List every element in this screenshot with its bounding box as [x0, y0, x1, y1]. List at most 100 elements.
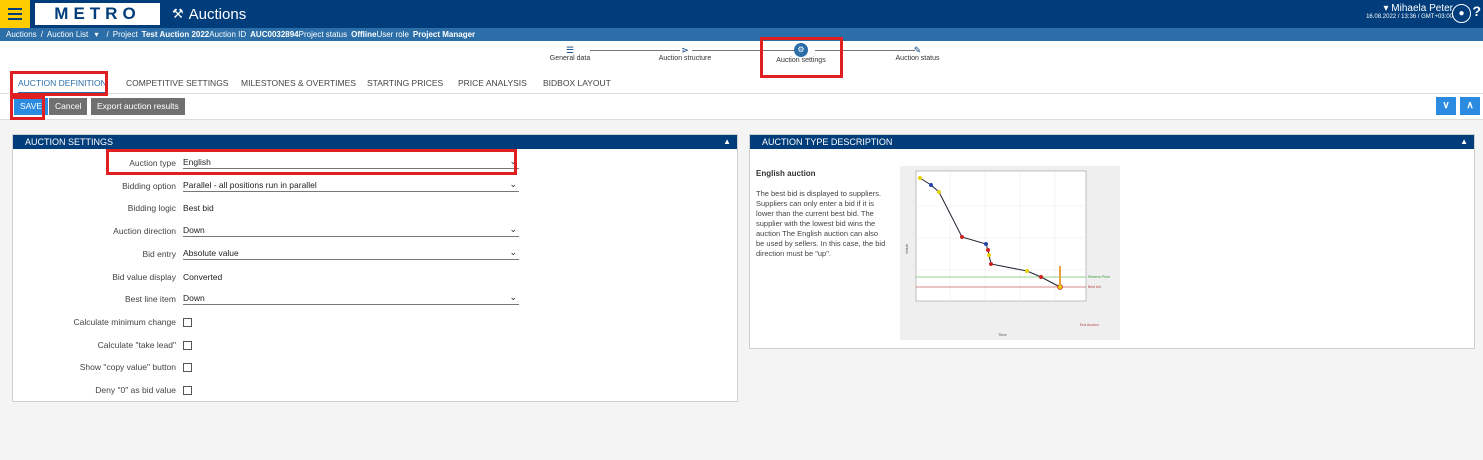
y-axis-label: Value	[904, 243, 909, 254]
bidding-logic-value: Best bid	[183, 203, 214, 214]
settings-row: Show "copy value" button	[13, 357, 749, 377]
step-label: Auction structure	[658, 55, 712, 62]
gear-icon: ⚙	[794, 43, 808, 57]
select-value: Absolute value	[183, 247, 239, 258]
select-value: English	[183, 157, 211, 167]
project-label: Project	[112, 30, 138, 39]
tab-bar: AUCTION DEFINITION COMPETITIVE SETTINGS …	[0, 72, 1483, 94]
settings-row: Bid entry Absolute value ⌄	[13, 244, 749, 264]
best-line-item-select[interactable]: Down ⌄	[183, 292, 519, 306]
expand-all-icon[interactable]: ∨	[1436, 97, 1456, 115]
field-label: Show "copy value" button	[79, 362, 176, 373]
field-label: Auction type	[129, 158, 176, 168]
role-label: User role	[376, 30, 409, 39]
tab-auction-definition[interactable]: AUCTION DEFINITION	[18, 72, 107, 94]
caret-down-icon: ▾	[94, 30, 99, 39]
menu-icon[interactable]	[0, 0, 30, 28]
auction-settings-panel: AUCTION SETTINGS ▲ Auction type English ⌄ B…	[12, 134, 738, 402]
auction-id-label: Auction ID	[209, 30, 247, 39]
user-menu[interactable]: ▾ Mihaela Peter 16.08.2022 / 13:36 / GMT…	[1366, 3, 1453, 20]
chevron-down-icon: ⌄	[509, 292, 517, 303]
settings-row: Auction direction Down ⌄	[13, 221, 749, 241]
export-results-button[interactable]: Export auction results	[91, 98, 185, 115]
tab-milestones-overtimes[interactable]: MILESTONES & OVERTIMES	[241, 72, 356, 94]
top-header: METRO ⚒ Auctions ▾ Mihaela Peter 16.08.2…	[0, 0, 1483, 28]
user-name[interactable]: ▾ Mihaela Peter	[1366, 3, 1453, 14]
description-text: The best bid is displayed to suppliers. …	[756, 189, 886, 258]
breadcrumb-separator: /	[40, 30, 43, 39]
panel-title: AUCTION TYPE DESCRIPTION	[762, 137, 893, 147]
bid-value-display-value: Converted	[183, 271, 223, 282]
reserve-price-label: Reserve Price	[1088, 275, 1110, 279]
bid-entry-select[interactable]: Absolute value ⌄	[183, 247, 519, 260]
step-auction-settings[interactable]: ⚙ Auction settings	[766, 43, 836, 64]
panel-header: AUCTION SETTINGS ▲	[13, 135, 737, 149]
panel-header: AUCTION TYPE DESCRIPTION ▲	[750, 135, 1474, 149]
tab-starting-prices[interactable]: STARTING PRICES	[367, 72, 443, 94]
settings-row: Auction type English ⌄	[13, 153, 749, 173]
auction-id-value: AUC0032894	[250, 30, 299, 39]
settings-row: Bidding logic Best bid	[13, 198, 749, 218]
collapse-all-icon[interactable]: ∧	[1460, 97, 1480, 115]
description-heading: English auction	[756, 169, 816, 178]
illustration-chart: Reserve Price Best bid End Auction Time …	[904, 170, 1110, 337]
calculate-take-lead-checkbox[interactable]	[183, 340, 192, 350]
tab-price-analysis[interactable]: PRICE ANALYSIS	[458, 72, 527, 94]
deny-0-as-bid-value-checkbox[interactable]	[183, 386, 192, 395]
project-value: Test Auction 2022	[141, 30, 210, 39]
settings-row: Calculate "take lead"	[13, 335, 749, 355]
tab-bidbox-layout[interactable]: BIDBOX LAYOUT	[543, 72, 611, 94]
auction-direction-select[interactable]: Down ⌄	[183, 224, 519, 238]
status-label: Project status	[298, 30, 348, 39]
breadcrumb-auction-list[interactable]: Auction List ▾	[47, 30, 103, 39]
step-general-data[interactable]: ☰ General data	[540, 45, 600, 62]
help-icon[interactable]: ?	[1472, 3, 1481, 19]
auction-type-select[interactable]: English ⌄	[183, 156, 519, 169]
select-value: Down	[183, 293, 205, 304]
app-title-text: Auctions	[188, 5, 247, 23]
step-auction-status[interactable]: ✎ Auction status	[885, 45, 950, 62]
tab-competitive-settings[interactable]: COMPETITIVE SETTINGS	[126, 72, 228, 94]
collapse-panel-icon[interactable]: ▲	[1460, 135, 1468, 149]
step-label: Auction status	[895, 55, 940, 62]
step-label: General data	[549, 55, 591, 62]
breadcrumb: Auctions / Auction List ▾ / Project Test…	[0, 28, 1483, 41]
app-title: ⚒ Auctions	[172, 6, 246, 23]
save-button[interactable]: SAVE	[14, 98, 49, 115]
metro-logo[interactable]: METRO	[35, 3, 160, 25]
settings-row: Best line item Down ⌄	[13, 289, 749, 309]
field-label: Calculate "take lead"	[97, 339, 176, 350]
best-bid-label: Best bid	[1088, 285, 1101, 289]
user-name-text: Mihaela Peter	[1391, 3, 1453, 14]
calculate-minimum-change-checkbox[interactable]	[183, 317, 192, 327]
collapse-panel-icon[interactable]: ▲	[723, 135, 731, 149]
chevron-down-icon: ⌄	[509, 224, 517, 235]
field-label: Calculate minimum change	[73, 316, 176, 327]
field-label: Bid value display	[112, 271, 176, 282]
chevron-down-icon: ⌄	[509, 156, 517, 166]
field-label: Auction direction	[113, 226, 176, 237]
avatar-icon[interactable]: ●	[1452, 4, 1471, 23]
auction-type-description-panel: AUCTION TYPE DESCRIPTION ▲ English aucti…	[749, 134, 1475, 349]
breadcrumb-separator: /	[106, 30, 109, 39]
bidding-option-select[interactable]: Parallel - all positions run in parallel…	[183, 179, 519, 192]
cancel-button[interactable]: Cancel	[49, 98, 88, 115]
step-label: Auction settings	[776, 57, 826, 64]
select-value: Down	[183, 225, 205, 236]
show-copy-value-button-checkbox[interactable]	[183, 363, 192, 373]
action-toolbar: SAVE Cancel Export auction results ∨ ∧	[0, 94, 1483, 120]
database-icon: ☰	[565, 45, 575, 55]
sitemap-icon: ⋗	[681, 45, 689, 55]
settings-row: Bid value display Converted	[13, 267, 749, 287]
field-label: Best line item	[124, 294, 176, 305]
breadcrumb-auctions[interactable]: Auctions	[6, 30, 37, 39]
role-value: Project Manager	[412, 30, 476, 39]
field-label: Bidding logic	[127, 203, 176, 214]
english-auction-illustration: Reserve Price Best bid End Auction Time …	[900, 166, 1120, 340]
end-auction-label: End Auction	[1080, 323, 1099, 327]
status-value: Offline	[351, 30, 377, 39]
field-label: Bidding option	[122, 180, 176, 191]
field-label: Deny "0" as bid value	[95, 385, 176, 395]
x-axis-label: Time	[998, 332, 1008, 337]
step-auction-structure[interactable]: ⋗ Auction structure	[645, 45, 725, 62]
